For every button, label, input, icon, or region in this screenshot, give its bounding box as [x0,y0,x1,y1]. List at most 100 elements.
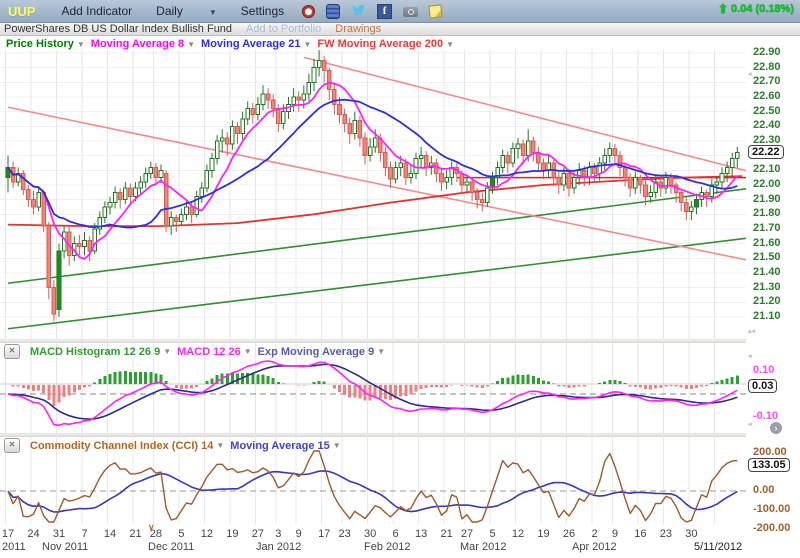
macd-tick-label: 0.10 [753,364,774,376]
price-legend-item[interactable]: Moving Average 21▼ [201,38,311,50]
chevron-down-icon: ▼ [77,40,85,49]
week-tick-label: 23 [660,528,672,540]
macd-legend-item[interactable]: Exp Moving Average 9▼ [258,346,385,358]
price-tick-label: 22.90 [753,46,781,58]
chevron-down-icon: ▼ [163,347,171,356]
week-tick-label: 16 [634,528,646,540]
week-tick-label: 12 [512,528,524,540]
cci-value-box: 133.05 [748,458,790,472]
price-legend-item[interactable]: Price History▼ [6,38,85,50]
week-tick-label: 24 [27,528,39,540]
alarm-icon[interactable] [302,5,315,18]
week-tick-label: 19 [226,528,238,540]
price-tick-label: 22.40 [753,119,781,131]
macd-legend-item[interactable]: MACD Histogram 12 26 9▼ [30,346,171,358]
price-axis[interactable]: 22.9022.8022.7022.6022.5022.4022.3022.10… [746,36,800,558]
week-tick-label: 5 [178,528,184,540]
macd-value-box: 0.03 [748,379,777,393]
panel-resize-icon[interactable]: ◂ [748,70,752,78]
chevron-down-icon: ▼ [209,8,217,17]
price-legend-item[interactable]: FW Moving Average 200▼ [317,38,454,50]
close-panel-button[interactable]: ✕ [4,438,20,453]
fund-name: PowerShares DB US Dollar Index Bullish F… [4,23,232,35]
week-tick-label: 3 [275,528,281,540]
week-tick-label: 19 [537,528,549,540]
settings-button[interactable]: Settings [241,4,284,18]
price-tick-label: 22.10 [753,163,781,175]
panel-resize-icon[interactable]: ◂ [748,420,752,428]
note-icon[interactable] [428,4,442,18]
month-label: Feb 2012 [364,541,410,553]
week-tick-label: 17 [2,528,14,540]
add-indicator-button[interactable]: Add Indicator [61,4,132,18]
chevron-down-icon: ▼ [304,40,312,49]
drawings-menu[interactable]: Drawings [335,23,381,35]
price-tick-label: 21.90 [753,193,781,205]
price-legend: Price History▼ Moving Average 8▼ Moving Av… [6,38,454,50]
week-tick-label: 27 [461,528,473,540]
week-tick-label: 30 [364,528,376,540]
macd-legend: ✕ MACD Histogram 12 26 9▼ MACD 12 26▼ Exp M… [4,344,385,359]
week-tick-label: 7 [81,528,87,540]
chevron-down-icon: ▼ [446,40,454,49]
facebook-icon[interactable]: f [377,4,392,19]
week-tick-label: 21 [129,528,141,540]
price-tick-label: 22.60 [753,90,781,102]
database-icon[interactable] [326,4,340,19]
week-tick-label: 23 [338,528,350,540]
cci-tick-label: -200.00 [753,522,790,534]
price-tick-label: 21.50 [753,251,781,263]
add-to-portfolio-button[interactable]: Add to Portfolio [246,23,321,35]
up-arrow-icon: ⬆ [718,3,728,15]
price-chart-canvas[interactable] [0,36,746,339]
week-tick-label: 6 [393,528,399,540]
week-tick-label: 9 [296,528,302,540]
month-label: 2011 [2,541,26,553]
week-tick-label: 27 [252,528,264,540]
week-tick-label: 14 [104,528,116,540]
chevron-down-icon: ▼ [187,40,195,49]
cci-legend: ✕ Commodity Channel Index (CCI) 14▼ Moving… [4,438,341,453]
twitter-icon[interactable] [351,3,366,19]
cci-legend-item[interactable]: Moving Average 15▼ [230,440,340,452]
price-tick-label: 21.10 [753,310,781,322]
month-label: Dec 2011 [148,541,194,553]
panel-resize-icon[interactable]: ◂ [748,352,752,360]
panel-resize-icon[interactable]: ▴◂ [748,327,755,335]
week-tick-label: 13 [415,528,427,540]
week-tick-label: 21 [440,528,452,540]
chevron-down-icon: ▼ [377,347,385,356]
close-panel-button[interactable]: ✕ [4,344,20,359]
month-label: Apr 2012 [572,541,617,553]
price-tick-label: 21.40 [753,266,781,278]
week-tick-label: 12 [201,528,213,540]
price-tick-label: 21.80 [753,207,781,219]
price-tick-label: 21.20 [753,295,781,307]
price-tick-label: 21.60 [753,237,781,249]
month-label: Mar 2012 [460,541,506,553]
week-tick-label: 26 [563,528,575,540]
scroll-right-icon[interactable]: › [770,422,782,434]
drawing-marker-icon[interactable]: ∨ [148,522,155,533]
symbol-label[interactable]: UUP [8,4,35,19]
price-tick-label: 22.50 [753,105,781,117]
week-tick-label: 5 [489,528,495,540]
week-tick-label: 9 [612,528,618,540]
price-legend-item[interactable]: Moving Average 8▼ [91,38,195,50]
timeframe-value: Daily [156,4,183,18]
price-tick-label: 22.70 [753,75,781,87]
symbol-bar: PowerShares DB US Dollar Index Bullish F… [0,23,800,36]
toolbar-icons: f [302,3,442,19]
macd-legend-item[interactable]: MACD 12 26▼ [177,346,252,358]
month-label: Nov 2011 [42,541,88,553]
cci-tick-label: -100.00 [753,503,790,515]
date-axis[interactable]: 1724317142128512192739172330613212751219… [0,524,746,558]
camera-icon[interactable] [403,7,418,17]
macd-tick-label: -0.10 [753,410,778,422]
cci-legend-item[interactable]: Commodity Channel Index (CCI) 14▼ [30,440,224,452]
timeframe-select[interactable]: Daily ▼ [156,4,217,18]
week-tick-label: 30 [685,528,697,540]
chart-application: UUP Add Indicator Daily ▼ Settings f ⬆ 0.… [0,0,800,558]
last-date-label: 5/11/2012 [694,541,742,553]
change-value: 0.04 (0.18%) [731,3,794,15]
